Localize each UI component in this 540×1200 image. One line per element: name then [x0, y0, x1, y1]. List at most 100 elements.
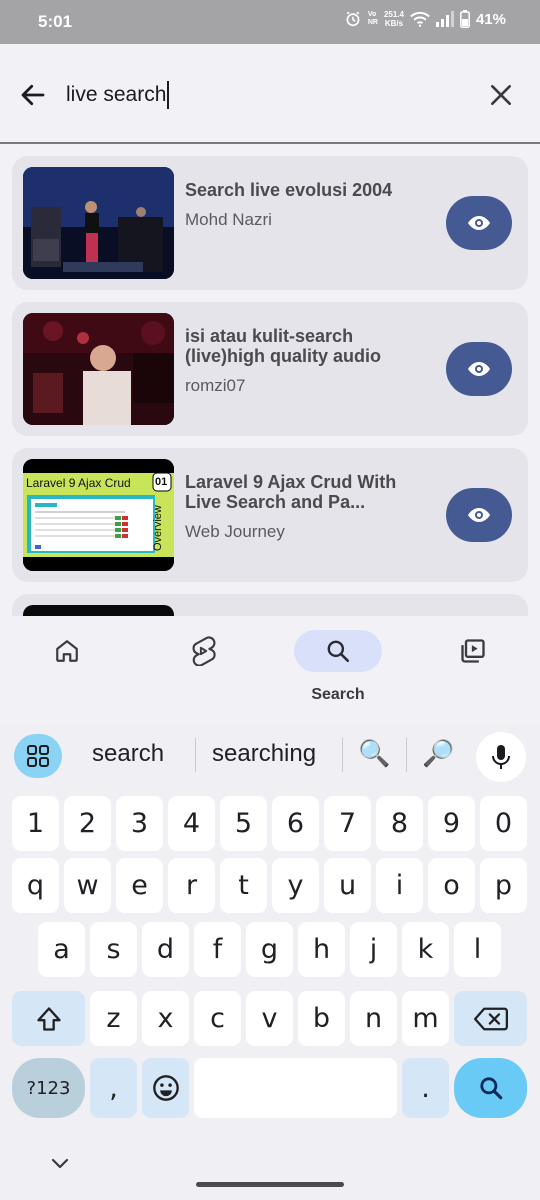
key[interactable]: m — [402, 991, 449, 1046]
key[interactable]: e — [116, 858, 163, 913]
nav-label-search: Search — [311, 686, 365, 703]
backspace-key[interactable] — [454, 991, 527, 1046]
search-results-list: Search live evolusi 2004 Mohd Nazri isi … — [0, 146, 540, 616]
result-title: Search live evolusi 2004 — [185, 180, 393, 200]
battery-icon — [460, 10, 470, 28]
search-icon — [327, 640, 350, 663]
video-thumbnail[interactable] — [23, 167, 174, 279]
signal-icon — [435, 11, 454, 27]
key[interactable]: 8 — [376, 796, 423, 851]
video-thumbnail[interactable] — [23, 313, 174, 425]
suggestion-word[interactable]: searching — [212, 740, 316, 768]
result-card[interactable] — [12, 594, 528, 616]
network-speed: 251.4 KB/s — [383, 10, 404, 28]
nav-item-shorts[interactable] — [158, 630, 248, 710]
status-time: 5:01 — [38, 12, 73, 31]
key[interactable]: 3 — [116, 796, 163, 851]
key[interactable]: b — [298, 991, 345, 1046]
emoji-key[interactable] — [142, 1058, 189, 1118]
key[interactable]: 1 — [12, 796, 59, 851]
watch-button[interactable] — [446, 196, 512, 250]
close-icon[interactable] — [488, 82, 514, 108]
key[interactable]: a — [38, 922, 85, 977]
key[interactable]: h — [298, 922, 345, 977]
result-card[interactable]: Laravel 9 Ajax Crud 01 Overview Laravel … — [12, 448, 528, 582]
library-icon — [461, 639, 485, 663]
key[interactable]: r — [168, 858, 215, 913]
bottom-navigation: Search — [0, 616, 540, 724]
result-channel: romzi07 — [185, 376, 246, 395]
search-action-key[interactable] — [454, 1058, 527, 1118]
suggestion-strip: search searching 🔍 🔎 — [0, 724, 540, 788]
suggestion-word[interactable]: search — [92, 740, 164, 768]
result-card[interactable]: isi atau kulit-search (live)high quality… — [12, 302, 528, 436]
keyboard-apps-button[interactable] — [14, 734, 62, 778]
shift-icon — [36, 1006, 61, 1031]
key[interactable]: g — [246, 922, 293, 977]
key[interactable]: 7 — [324, 796, 371, 851]
key[interactable]: x — [142, 991, 189, 1046]
key[interactable]: v — [246, 991, 293, 1046]
key[interactable]: y — [272, 858, 319, 913]
home-indicator[interactable] — [196, 1182, 344, 1187]
grid-icon — [27, 745, 49, 767]
key[interactable]: o — [428, 858, 475, 913]
voice-input-button[interactable] — [476, 732, 526, 782]
key[interactable]: d — [142, 922, 189, 977]
wifi-icon — [410, 11, 430, 27]
search-icon — [479, 1077, 502, 1100]
nav-item-library[interactable] — [428, 630, 518, 710]
search-input[interactable]: live search — [66, 78, 466, 112]
key[interactable]: 4 — [168, 796, 215, 851]
back-arrow-icon[interactable] — [18, 80, 48, 110]
key[interactable]: s — [90, 922, 137, 977]
key[interactable]: c — [194, 991, 241, 1046]
key[interactable]: 2 — [64, 796, 111, 851]
chevron-down-icon[interactable] — [50, 1156, 70, 1170]
nav-active-indicator — [294, 630, 382, 672]
suggestion-emoji[interactable]: 🔍 — [358, 738, 390, 769]
eye-icon — [468, 508, 490, 522]
backspace-icon — [473, 1007, 508, 1030]
result-card[interactable]: Search live evolusi 2004 Mohd Nazri — [12, 156, 528, 290]
key[interactable]: z — [90, 991, 137, 1046]
watch-button[interactable] — [446, 488, 512, 542]
symbols-key[interactable]: ?123 — [12, 1058, 85, 1118]
key[interactable]: n — [350, 991, 397, 1046]
space-key[interactable] — [194, 1058, 397, 1118]
key[interactable]: w — [64, 858, 111, 913]
suggestion-emoji[interactable]: 🔎 — [422, 738, 454, 769]
status-icons: Vo NR 251.4 KB/s 41% — [344, 10, 506, 28]
nav-item-search[interactable]: Search — [293, 630, 383, 710]
nav-item-home[interactable] — [22, 630, 112, 710]
screen: 5:01 Vo NR 251.4 KB/s 41% live search Se… — [0, 0, 540, 1200]
key[interactable]: l — [454, 922, 501, 977]
search-header: live search — [0, 44, 540, 144]
shift-key[interactable] — [12, 991, 85, 1046]
key[interactable]: q — [12, 858, 59, 913]
thumbnail-title-text: Laravel 9 Ajax Crud — [26, 476, 131, 490]
suggestion-divider — [342, 738, 343, 772]
key[interactable]: 5 — [220, 796, 267, 851]
eye-icon — [468, 216, 490, 230]
key[interactable]: i — [376, 858, 423, 913]
key[interactable]: u — [324, 858, 371, 913]
microphone-icon — [492, 745, 510, 769]
watch-button[interactable] — [446, 342, 512, 396]
key[interactable]: 0 — [480, 796, 527, 851]
key[interactable]: 9 — [428, 796, 475, 851]
key[interactable]: k — [402, 922, 449, 977]
key[interactable]: 6 — [272, 796, 319, 851]
key[interactable]: p — [480, 858, 527, 913]
battery-percent: 41% — [475, 10, 506, 28]
eye-icon — [468, 362, 490, 376]
key[interactable]: t — [220, 858, 267, 913]
search-query-text: live search — [66, 83, 167, 106]
key[interactable]: f — [194, 922, 241, 977]
key[interactable]: j — [350, 922, 397, 977]
video-thumbnail[interactable]: Laravel 9 Ajax Crud 01 Overview — [23, 459, 174, 571]
comma-key[interactable]: , — [90, 1058, 137, 1118]
video-thumbnail[interactable] — [23, 605, 174, 616]
period-key[interactable]: . — [402, 1058, 449, 1118]
suggestion-divider — [406, 738, 407, 772]
